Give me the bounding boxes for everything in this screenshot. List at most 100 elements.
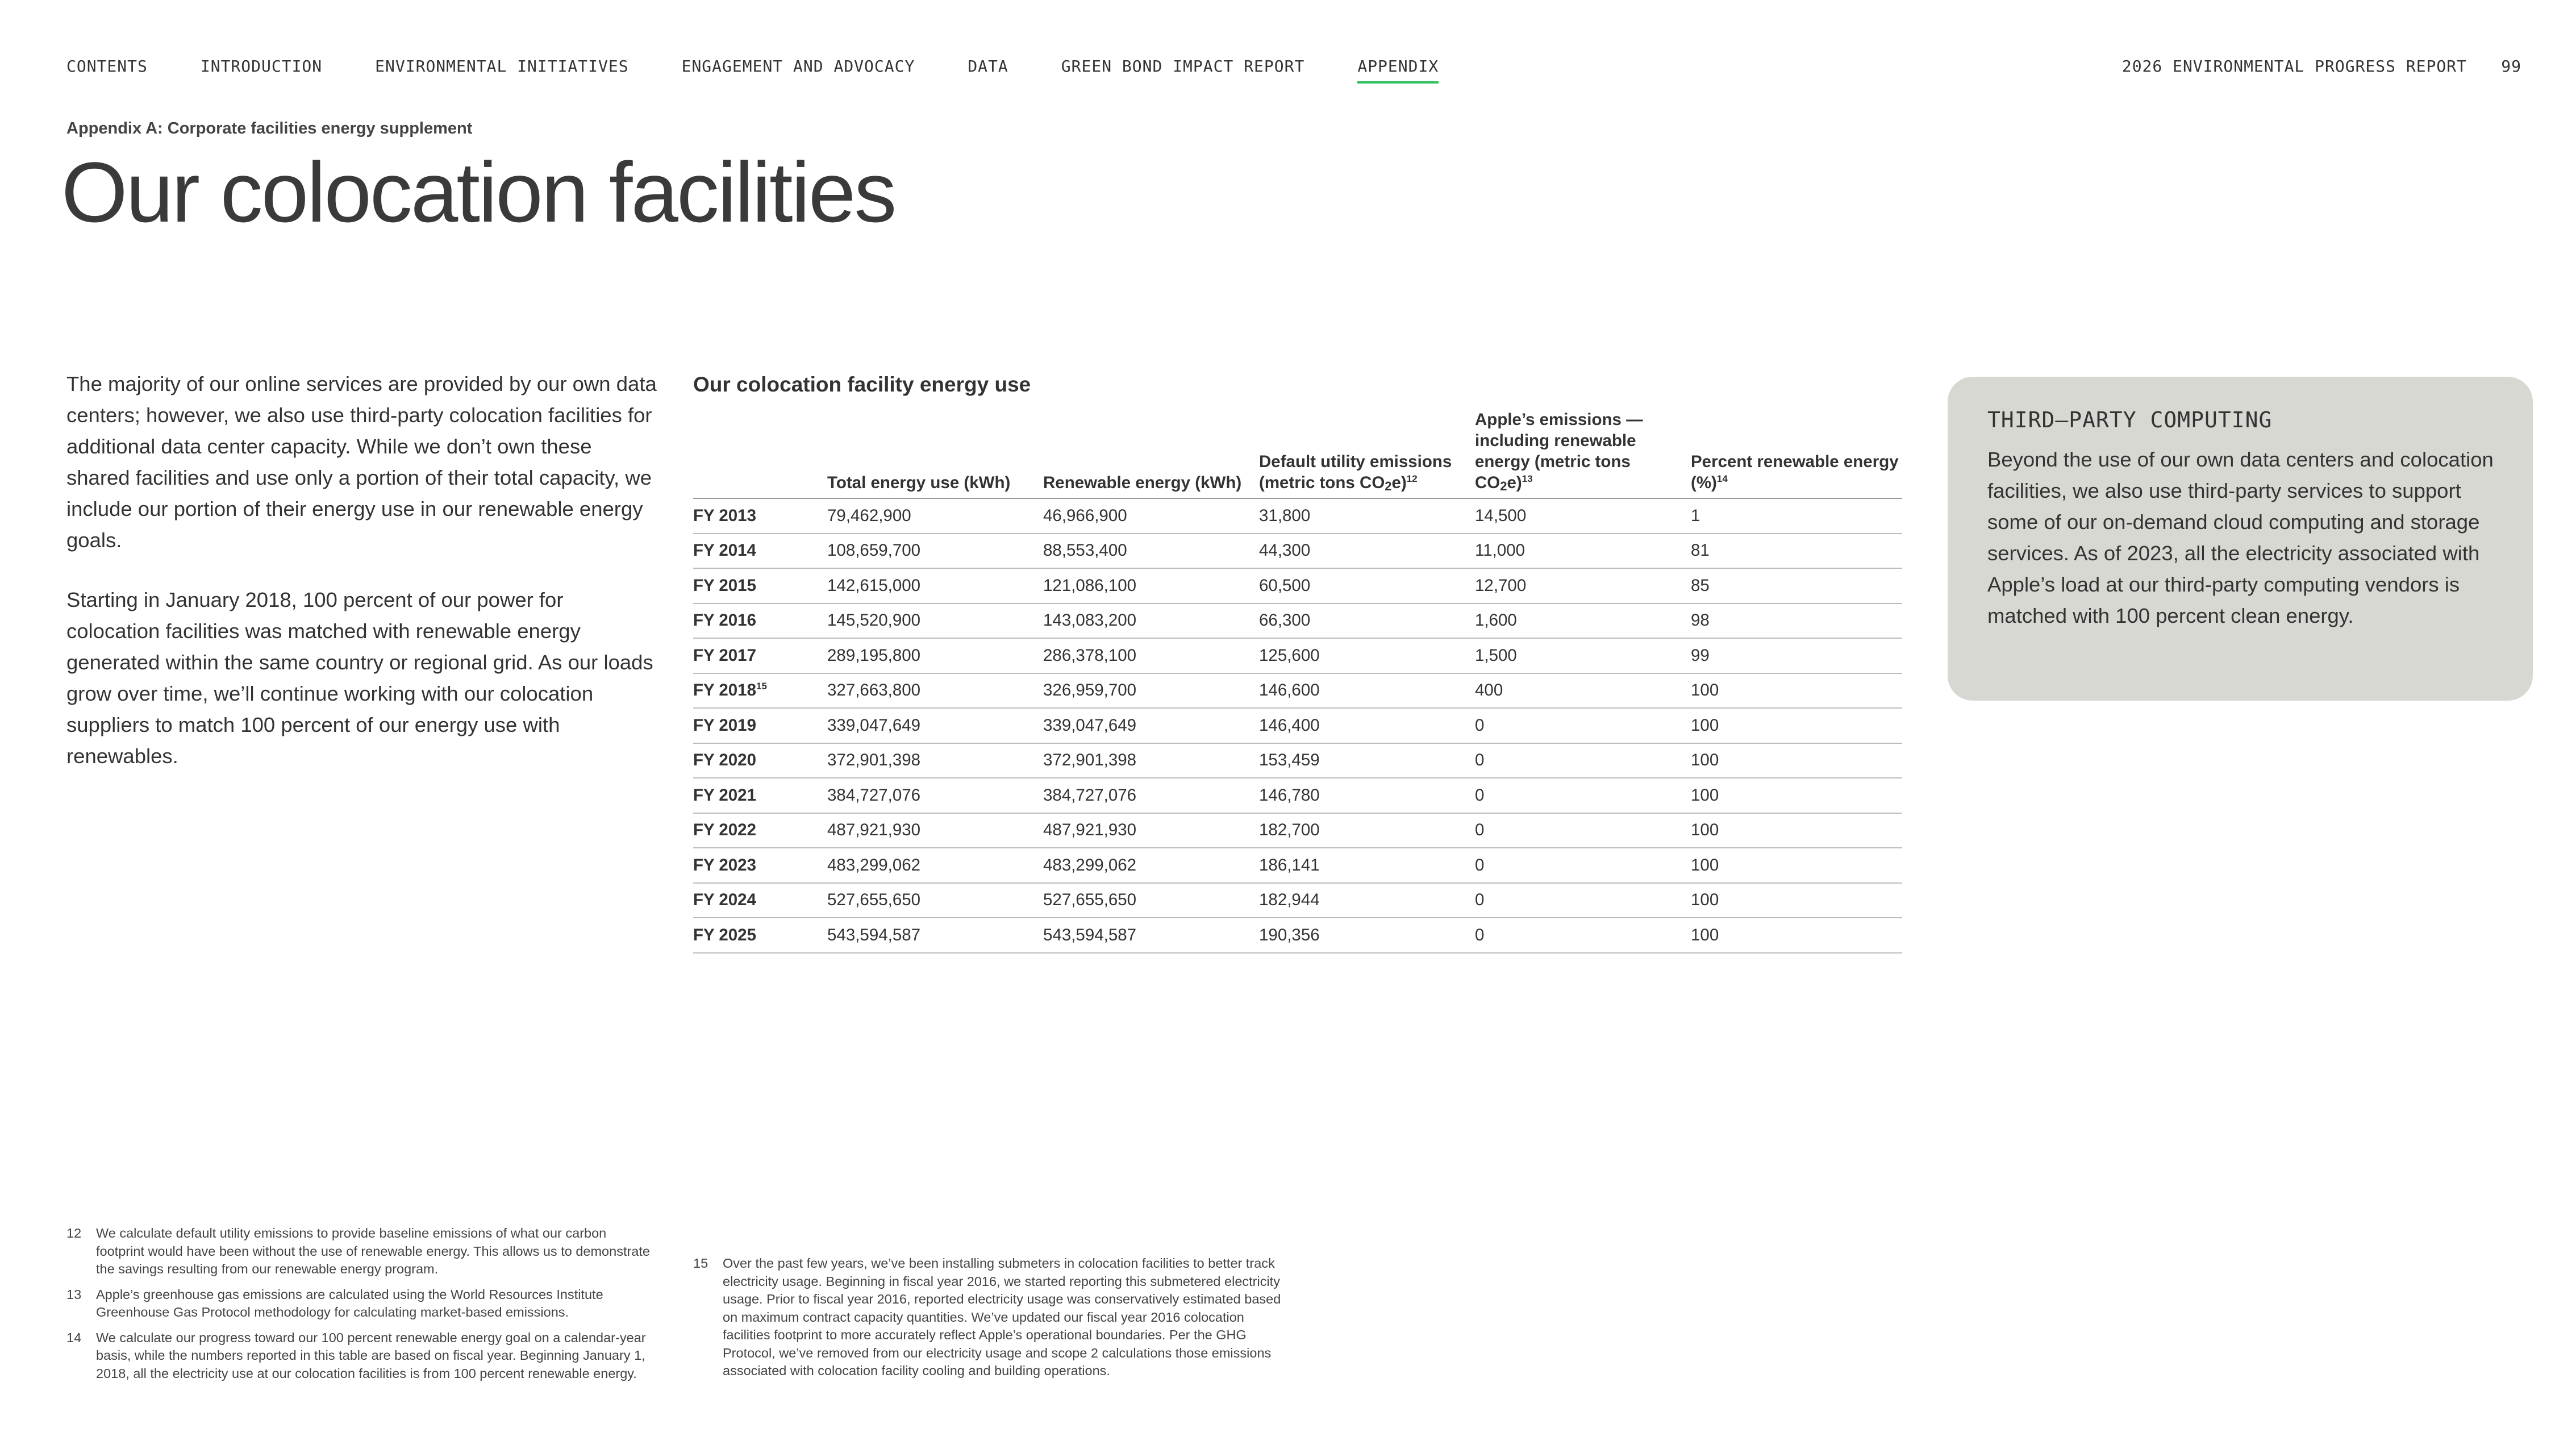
cell-fiscal-year: FY 2015 (693, 568, 827, 604)
third-party-computing-callout: THIRD–PARTY COMPUTING Beyond the use of … (1948, 377, 2533, 701)
cell-percent: 100 (1691, 778, 1902, 814)
cell-apple: 0 (1475, 813, 1691, 848)
table-row: FY 2020 372,901,398 372,901,398 153,459 0 100 (693, 743, 1902, 778)
cell-renewable: 372,901,398 (1043, 743, 1259, 778)
cell-fiscal-year: FY 2016 (693, 603, 827, 639)
cell-percent: 81 (1691, 533, 1902, 569)
table-row: FY 2014 108,659,700 88,553,400 44,300 11,000… (693, 533, 1902, 569)
cell-total: 483,299,062 (827, 848, 1043, 884)
cell-renewable: 121,086,100 (1043, 568, 1259, 604)
table-title: Our colocation facility energy use (693, 373, 1031, 396)
fiscal-year-label: FY 2018 (693, 681, 756, 700)
cell-fiscal-year: FY 2021 (693, 778, 827, 814)
cell-apple: 1,500 (1475, 638, 1691, 674)
header-default-subscript: 2 (1385, 479, 1392, 493)
fiscal-year-label: FY 2013 (693, 506, 756, 525)
cell-default: 31,800 (1259, 498, 1475, 534)
cell-total: 108,659,700 (827, 533, 1043, 569)
footnote-number: 14 (66, 1330, 82, 1345)
cell-renewable: 543,594,587 (1043, 918, 1259, 953)
cell-apple: 0 (1475, 778, 1691, 814)
nav-items: CONTENTS INTRODUCTION ENVIRONMENTAL INITIA… (66, 57, 1491, 84)
table-row: FY 2022 487,921,930 487,921,930 182,700 0 100 (693, 813, 1902, 848)
page-title: Our colocation facilities (61, 144, 897, 240)
footnote-14: 14 We calculate our progress toward our 1… (66, 1329, 652, 1383)
header-default-text: Default utility emissions (metric tons C… (1259, 452, 1452, 492)
cell-total: 327,663,800 (827, 673, 1043, 709)
cell-fiscal-year: FY 2020 (693, 743, 827, 778)
cell-percent: 85 (1691, 568, 1902, 604)
header-renewable-energy: Renewable energy (kWh) (1043, 409, 1259, 499)
fiscal-year-label: FY 2024 (693, 890, 756, 910)
table-row: FY 201815 327,663,800 326,959,700 146,600 40… (693, 673, 1902, 709)
cell-fiscal-year: FY 2023 (693, 848, 827, 884)
table-row: FY 2025 543,594,587 543,594,587 190,356 0 100 (693, 918, 1902, 953)
energy-use-table-container: Total energy use (kWh) Renewable energy … (693, 409, 1902, 953)
section-eyebrow: Appendix A: Corporate facilities energy … (66, 119, 473, 138)
cell-total: 543,594,587 (827, 918, 1043, 953)
cell-apple: 0 (1475, 918, 1691, 953)
table-header-row: Total energy use (kWh) Renewable energy … (693, 409, 1902, 499)
fiscal-year-label: FY 2016 (693, 611, 756, 630)
callout-heading: THIRD–PARTY COMPUTING (1987, 407, 2273, 432)
table-row: FY 2015 142,615,000 121,086,100 60,500 12,70… (693, 568, 1902, 604)
callout-body: Beyond the use of our own data centers a… (1987, 448, 2494, 627)
footnote-text: Apple’s greenhouse gas emissions are cal… (96, 1286, 603, 1320)
header-percent-text: Percent renewable energy (%) (1691, 452, 1899, 492)
cell-default: 186,141 (1259, 848, 1475, 884)
nav-item-introduction[interactable]: INTRODUCTION (201, 57, 322, 84)
cell-percent: 98 (1691, 603, 1902, 639)
energy-use-table: Total energy use (kWh) Renewable energy … (693, 409, 1902, 953)
cell-percent: 100 (1691, 882, 1902, 918)
nav-item-green-bond-impact-report[interactable]: GREEN BOND IMPACT REPORT (1061, 57, 1305, 84)
cell-fiscal-year: FY 2025 (693, 918, 827, 953)
nav-item-data[interactable]: DATA (968, 57, 1008, 84)
cell-total: 527,655,650 (827, 882, 1043, 918)
fiscal-year-label: FY 2017 (693, 646, 756, 665)
footnote-text: We calculate our progress toward our 100… (96, 1330, 646, 1381)
fiscal-year-label: FY 2023 (693, 855, 756, 875)
footnotes-right: 15 Over the past few years, we’ve been in… (693, 1255, 1290, 1388)
cell-apple: 14,500 (1475, 498, 1691, 534)
nav-item-contents[interactable]: CONTENTS (66, 57, 148, 84)
footnote-ref-13: 13 (1522, 473, 1533, 485)
fiscal-year-label: FY 2014 (693, 541, 756, 560)
cell-fiscal-year: FY 2019 (693, 708, 827, 744)
nav-item-engagement-and-advocacy[interactable]: ENGAGEMENT AND ADVOCACY (682, 57, 915, 84)
cell-fiscal-year: FY 2022 (693, 813, 827, 848)
cell-default: 60,500 (1259, 568, 1475, 604)
nav-item-appendix[interactable]: APPENDIX (1357, 57, 1439, 84)
cell-renewable: 527,655,650 (1043, 882, 1259, 918)
cell-fiscal-year: FY 2013 (693, 498, 827, 534)
cell-total: 339,047,649 (827, 708, 1043, 744)
footnote-ref-15: 15 (756, 681, 767, 692)
footnotes-left: 12 We calculate default utility emissions… (66, 1225, 652, 1390)
nav-item-environmental-initiatives[interactable]: ENVIRONMENTAL INITIATIVES (375, 57, 628, 84)
footnote-ref-14: 14 (1716, 473, 1728, 485)
cell-percent: 100 (1691, 848, 1902, 884)
top-navigation: CONTENTS INTRODUCTION ENVIRONMENTAL INITIA… (66, 57, 2521, 91)
cell-default: 44,300 (1259, 533, 1475, 569)
cell-apple: 11,000 (1475, 533, 1691, 569)
intro-paragraph: Starting in January 2018, 100 percent of… (66, 588, 653, 768)
footnote-number: 13 (66, 1286, 82, 1302)
table-row: FY 2019 339,047,649 339,047,649 146,400 0 100 (693, 708, 1902, 744)
table-row: FY 2024 527,655,650 527,655,650 182,944 0 100 (693, 882, 1902, 918)
cell-renewable: 339,047,649 (1043, 708, 1259, 744)
footnote-text: Over the past few years, we’ve been inst… (723, 1256, 1281, 1378)
table-body: FY 2013 79,462,900 46,966,900 31,800 14,500 1… (693, 498, 1902, 953)
cell-total: 384,727,076 (827, 778, 1043, 814)
footnote-15: 15 Over the past few years, we’ve been in… (693, 1255, 1290, 1380)
table-row: FY 2016 145,520,900 143,083,200 66,300 1,600… (693, 603, 1902, 639)
footnote-12: 12 We calculate default utility emissions… (66, 1225, 652, 1279)
cell-default: 146,400 (1259, 708, 1475, 744)
cell-default: 182,944 (1259, 882, 1475, 918)
cell-renewable: 88,553,400 (1043, 533, 1259, 569)
report-title[interactable]: 2026 ENVIRONMENTAL PROGRESS REPORT (2122, 57, 2467, 76)
intro-paragraph: The majority of our online services are … (66, 372, 657, 552)
cell-fiscal-year: FY 201815 (693, 673, 827, 709)
cell-default: 146,780 (1259, 778, 1475, 814)
fiscal-year-label: FY 2021 (693, 785, 756, 805)
table-row: FY 2013 79,462,900 46,966,900 31,800 14,500 1 (693, 498, 1902, 534)
cell-renewable: 384,727,076 (1043, 778, 1259, 814)
